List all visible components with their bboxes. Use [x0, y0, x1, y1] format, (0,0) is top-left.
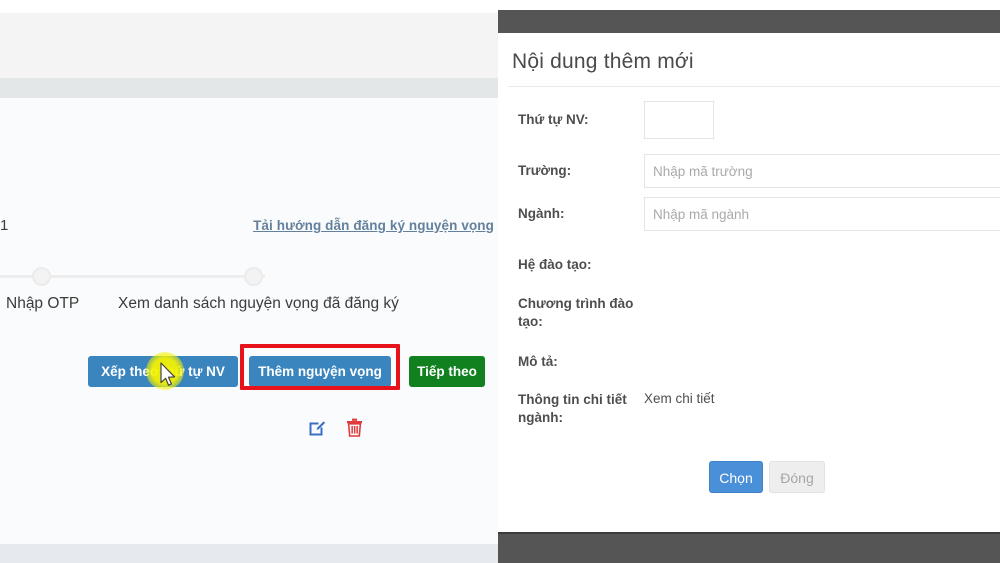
pencil-square-icon[interactable] [308, 418, 326, 436]
value-xem-chi-tiet[interactable]: Xem chi tiết [644, 391, 715, 406]
close-button[interactable]: Đóng [769, 461, 825, 493]
registration-card: 1 Tải hướng dẫn đăng ký nguyện vọng Nhập… [0, 98, 498, 563]
page-top-gray-band [0, 13, 498, 78]
stepper-dot-2[interactable] [244, 267, 263, 286]
form-row-truong: Trường: [498, 154, 1000, 190]
label-mo-ta: Mô tả: [518, 354, 558, 369]
modal-title-divider [508, 86, 1000, 87]
label-thu-tu-nv: Thứ tự NV: [518, 112, 589, 127]
form-row-he-dao-tao: Hệ đào tạo: [498, 256, 1000, 276]
stepper-label-nhap-otp: Nhập OTP [6, 295, 80, 312]
modal-body: Nội dung thêm mới Thứ tự NV: Trường: Ngà… [498, 33, 1000, 532]
label-he-dao-tao: Hệ đào tạo: [518, 257, 592, 272]
stepper-dot-1[interactable] [32, 267, 51, 286]
modal-bottom-bar [498, 532, 1000, 563]
next-button[interactable]: Tiếp theo [409, 356, 485, 387]
download-guide-link[interactable]: Tải hướng dẫn đăng ký nguyện vọng [253, 218, 494, 233]
step-number: 1 [0, 217, 9, 234]
page-bottom-band [0, 544, 498, 563]
form-row-thong-tin-chi-tiet-nganh: Thông tin chi tiết ngành: Xem chi tiết [498, 391, 1000, 431]
stepper-labels: Nhập OTP Xem danh sách nguyện vọng đã đă… [0, 295, 498, 319]
form-row-thu-tu-nv: Thứ tự NV: [498, 101, 1000, 141]
form-row-chuong-trinh-dao-tao: Chương trình đào tạo: [498, 295, 1000, 335]
label-nganh: Ngành: [518, 206, 565, 221]
modal-title: Nội dung thêm mới [512, 50, 694, 73]
stepper-label-xem-danh-sach: Xem danh sách nguyện vọng đã đăng ký [118, 295, 399, 312]
modal-top-bar [498, 10, 1000, 33]
stepper [0, 263, 498, 293]
nganh-input[interactable] [644, 197, 1000, 231]
form-row-nganh: Ngành: [498, 197, 1000, 233]
page-top-divider-band [0, 78, 498, 98]
label-truong: Trường: [518, 163, 572, 178]
left-browser-panel: 1 Tải hướng dẫn đăng ký nguyện vọng Nhập… [0, 0, 498, 563]
red-highlight-annotation [240, 344, 400, 390]
confirm-button[interactable]: Chọn [709, 461, 763, 493]
label-thong-tin-chi-tiet-nganh: Thông tin chi tiết ngành: [518, 392, 627, 425]
form-row-mo-ta: Mô tả: [498, 353, 1000, 373]
mouse-cursor-icon [160, 362, 178, 388]
label-chuong-trinh-dao-tao: Chương trình đào tạo: [518, 296, 634, 329]
thu-tu-nv-input[interactable] [644, 101, 714, 139]
modal-footer: Chọn Đóng [498, 461, 1000, 501]
trash-icon[interactable] [346, 418, 363, 437]
row-action-icons [308, 418, 372, 442]
truong-input[interactable] [644, 154, 1000, 188]
page-top-white-band [0, 0, 498, 13]
modal-dialog-panel: Nội dung thêm mới Thứ tự NV: Trường: Ngà… [498, 0, 1000, 563]
